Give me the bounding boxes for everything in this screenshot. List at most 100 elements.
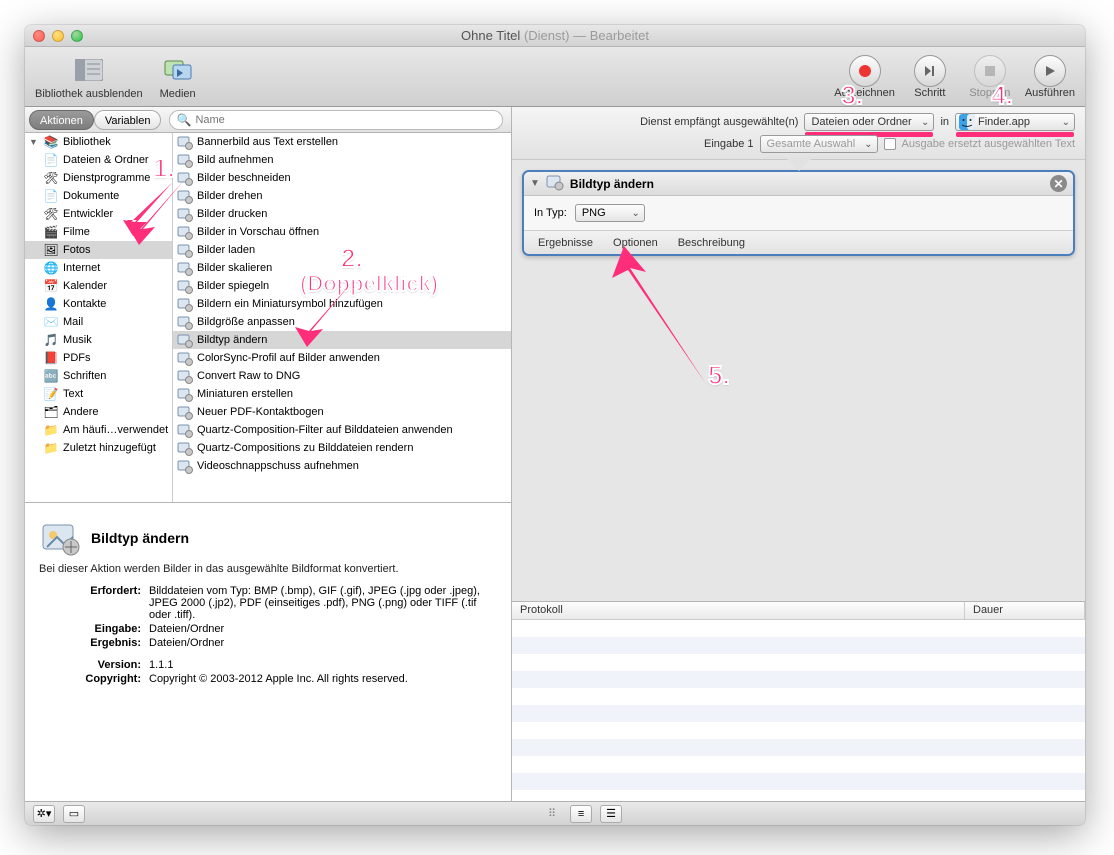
category-icon: 🗂 bbox=[43, 404, 59, 420]
toolbar: Bibliothek ausblenden Medien Aufzeichnen… bbox=[25, 47, 1085, 107]
workflow-action-card[interactable]: ▼ Bildtyp ändern ✕ In Typ: PNG Ergebniss… bbox=[522, 170, 1075, 256]
tab-results[interactable]: Ergebnisse bbox=[538, 237, 593, 249]
category-icon: ✉️ bbox=[43, 314, 59, 330]
library-tree[interactable]: ▼📚Bibliothek 📄Dateien & Ordner🛠Dienstpro… bbox=[25, 133, 173, 502]
action-icon bbox=[177, 260, 193, 276]
category-icon: 🌐 bbox=[43, 260, 59, 276]
finder-icon bbox=[959, 114, 975, 130]
view-list-button[interactable]: ≡ bbox=[570, 805, 592, 823]
log-col-duration[interactable]: Dauer bbox=[965, 602, 1085, 619]
action-list-item[interactable]: Bildtyp ändern bbox=[173, 331, 511, 349]
action-list-item[interactable]: Bilder spiegeln bbox=[173, 277, 511, 295]
library-item[interactable]: 🎬Filme bbox=[25, 223, 172, 241]
action-list-item[interactable]: Quartz-Compositions zu Bilddateien rende… bbox=[173, 439, 511, 457]
step-label: Schritt bbox=[914, 87, 945, 99]
action-list-item[interactable]: Miniaturen erstellen bbox=[173, 385, 511, 403]
info-key: Version: bbox=[39, 659, 149, 671]
library-item[interactable]: 🗂Andere bbox=[25, 403, 172, 421]
info-value: Dateien/Ordner bbox=[149, 623, 497, 635]
library-item[interactable]: 📝Text bbox=[25, 385, 172, 403]
category-icon: 📕 bbox=[43, 350, 59, 366]
action-icon bbox=[177, 368, 193, 384]
action-list-item[interactable]: Neuer PDF-Kontaktbogen bbox=[173, 403, 511, 421]
action-list-item[interactable]: Bilder laden bbox=[173, 241, 511, 259]
annotation-5: 5. bbox=[708, 360, 730, 390]
tab-actions[interactable]: Aktionen bbox=[29, 110, 94, 130]
action-icon bbox=[177, 404, 193, 420]
step-button[interactable]: Schritt bbox=[905, 55, 955, 99]
library-icon: 📚 bbox=[43, 134, 59, 150]
window-title: Ohne Titel (Dienst) — Bearbeitet bbox=[25, 28, 1085, 43]
info-key: Ergebnis: bbox=[39, 637, 149, 649]
workflow-canvas[interactable]: ▼ Bildtyp ändern ✕ In Typ: PNG Ergebniss… bbox=[512, 160, 1085, 601]
folder-icon: 📁 bbox=[43, 422, 59, 438]
service-app-popup[interactable]: Finder.app bbox=[955, 113, 1075, 131]
file-type-popup[interactable]: PNG bbox=[575, 204, 645, 222]
action-list-item[interactable]: ColorSync-Profil auf Bilder anwenden bbox=[173, 349, 511, 367]
library-item[interactable]: ✉️Mail bbox=[25, 313, 172, 331]
folder-icon: 📁 bbox=[43, 440, 59, 456]
media-button[interactable]: Medien bbox=[153, 54, 203, 100]
action-list-item[interactable]: Bilder drucken bbox=[173, 205, 511, 223]
remove-action-button[interactable]: ✕ bbox=[1050, 175, 1067, 192]
action-list-item[interactable]: Bildgröße anpassen bbox=[173, 313, 511, 331]
statusbar: ✲▾ ▭ ⠿ ≡ ☰ bbox=[25, 801, 1085, 825]
library-item[interactable]: 👤Kontakte bbox=[25, 295, 172, 313]
toggle-library-button[interactable]: Bibliothek ausblenden bbox=[35, 54, 143, 100]
service-config: Dienst empfängt ausgewählte(n) Dateien o… bbox=[512, 107, 1085, 160]
action-list-item[interactable]: Bild aufnehmen bbox=[173, 151, 511, 169]
library-item[interactable]: 📅Kalender bbox=[25, 277, 172, 295]
action-list-item[interactable]: Videoschnappschuss aufnehmen bbox=[173, 457, 511, 475]
view-log-button[interactable]: ☰ bbox=[600, 805, 622, 823]
action-list-item[interactable]: Bilder beschneiden bbox=[173, 169, 511, 187]
info-value: Copyright © 2003-2012 Apple Inc. All rig… bbox=[149, 673, 497, 685]
service-replace-label: Ausgabe ersetzt ausgewählten Text bbox=[902, 138, 1075, 150]
library-item[interactable]: 📄Dokumente bbox=[25, 187, 172, 205]
library-item[interactable]: 🛠Dienstprogramme bbox=[25, 169, 172, 187]
search-field[interactable]: 🔍 bbox=[169, 110, 503, 130]
action-icon bbox=[177, 242, 193, 258]
library-item[interactable]: 📄Dateien & Ordner bbox=[25, 151, 172, 169]
category-icon: 🎵 bbox=[43, 332, 59, 348]
category-icon: 👤 bbox=[43, 296, 59, 312]
library-item[interactable]: 🖼Fotos bbox=[25, 241, 172, 259]
action-list-item[interactable]: Quartz-Composition-Filter auf Bilddateie… bbox=[173, 421, 511, 439]
search-input[interactable] bbox=[195, 114, 496, 126]
tab-options[interactable]: Optionen bbox=[613, 237, 658, 249]
action-list-item[interactable]: Bilder in Vorschau öffnen bbox=[173, 223, 511, 241]
stop-icon bbox=[974, 55, 1006, 87]
action-icon bbox=[177, 170, 193, 186]
library-item[interactable]: 🛠Entwickler bbox=[25, 205, 172, 223]
action-list-item[interactable]: Bildern ein Miniatursymbol hinzufügen bbox=[173, 295, 511, 313]
library-item[interactable]: 🔤Schriften bbox=[25, 367, 172, 385]
drag-handle-icon[interactable]: ⠿ bbox=[548, 807, 556, 820]
tab-variables[interactable]: Variablen bbox=[94, 110, 162, 130]
action-list-item[interactable]: Bilder skalieren bbox=[173, 259, 511, 277]
titlebar: Ohne Titel (Dienst) — Bearbeitet bbox=[25, 25, 1085, 47]
library-recent[interactable]: 📁Am häufi…verwendet bbox=[25, 421, 172, 439]
action-list[interactable]: Bannerbild aus Text erstellenBild aufneh… bbox=[173, 133, 511, 502]
info-key: Eingabe: bbox=[39, 623, 149, 635]
action-list-item[interactable]: Convert Raw to DNG bbox=[173, 367, 511, 385]
action-list-item[interactable]: Bannerbild aus Text erstellen bbox=[173, 133, 511, 151]
stop-label: Stoppen bbox=[969, 87, 1010, 99]
action-list-item[interactable]: Bilder drehen bbox=[173, 187, 511, 205]
info-key: Erfordert: bbox=[39, 585, 149, 621]
service-input-type-popup[interactable]: Dateien oder Ordner bbox=[804, 113, 934, 131]
action-icon bbox=[177, 386, 193, 402]
stop-button[interactable]: Stoppen bbox=[965, 55, 1015, 99]
library-last[interactable]: 📁Zuletzt hinzugefügt bbox=[25, 439, 172, 457]
gear-menu-button[interactable]: ✲▾ bbox=[33, 805, 55, 823]
library-item[interactable]: 🎵Musik bbox=[25, 331, 172, 349]
action-icon bbox=[177, 188, 193, 204]
panel-toggle-button[interactable]: ▭ bbox=[63, 805, 85, 823]
library-item[interactable]: 🌐Internet bbox=[25, 259, 172, 277]
record-button[interactable]: Aufzeichnen bbox=[834, 55, 895, 99]
info-value: Bilddateien vom Typ: BMP (.bmp), GIF (.g… bbox=[149, 585, 497, 621]
log-col-protocol[interactable]: Protokoll bbox=[512, 602, 965, 619]
library-item[interactable]: 📕PDFs bbox=[25, 349, 172, 367]
disclosure-icon[interactable]: ▼ bbox=[530, 178, 540, 189]
tab-description[interactable]: Beschreibung bbox=[678, 237, 745, 249]
run-button[interactable]: Ausführen bbox=[1025, 55, 1075, 99]
library-root[interactable]: ▼📚Bibliothek bbox=[25, 133, 172, 151]
